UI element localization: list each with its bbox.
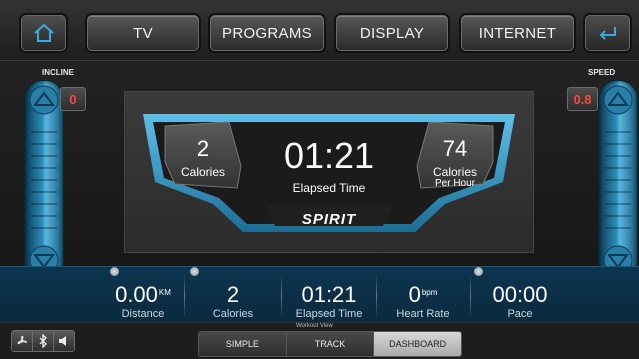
fan-button[interactable] — [12, 331, 33, 351]
volume-button[interactable] — [54, 331, 74, 351]
system-controls — [11, 330, 75, 352]
incline-slider[interactable] — [24, 80, 64, 280]
stat-pace: 00:00 Pace — [474, 267, 566, 323]
speed-label: SPEED — [588, 68, 616, 77]
dashboard-console: 2 Calories 01:21 Elapsed Time 74 Calorie… — [124, 91, 534, 253]
tab-internet-label: INTERNET — [478, 24, 557, 42]
console-calories-per-hour-label: Calories — [432, 165, 477, 179]
home-icon — [33, 23, 54, 42]
tab-internet[interactable]: INTERNET — [461, 15, 574, 51]
tab-dashboard[interactable]: DASHBOARD — [374, 332, 461, 356]
elapsed-time-value: 01:21 — [301, 282, 357, 307]
console-calories-value: 2 — [196, 136, 210, 161]
incline-up-arrow-icon[interactable] — [29, 85, 59, 115]
calories-label: Calories — [212, 308, 254, 320]
pace-value: 00:00 — [492, 282, 548, 307]
calories-value: 2 — [226, 282, 240, 307]
speed-slider[interactable] — [598, 80, 638, 280]
bluetooth-icon — [39, 334, 47, 348]
tab-programs-label: PROGRAMS — [222, 24, 312, 42]
home-button[interactable] — [21, 15, 66, 51]
incline-value: 0 — [60, 87, 86, 111]
elapsed-time-label: Elapsed Time — [295, 308, 363, 320]
workout-view-title: Workout View — [296, 323, 333, 329]
tab-display-label: DISPLAY — [359, 24, 425, 42]
back-arrow-icon — [599, 27, 616, 40]
workout-view-tabs: SIMPLE TRACK DASHBOARD — [198, 331, 462, 357]
pace-label: Pace — [507, 308, 533, 320]
console-elapsed-time-value: 01:21 — [283, 135, 375, 176]
speed-value: 0.8 — [567, 87, 598, 111]
tab-tv[interactable]: TV — [87, 15, 199, 51]
treadmill-screen: TV PROGRAMS DISPLAY INTERNET INCLINE 0 S… — [0, 0, 639, 359]
tab-display[interactable]: DISPLAY — [336, 15, 448, 51]
console-per-hour-sublabel: Per Hour — [434, 178, 475, 189]
tab-tv-label: TV — [133, 24, 153, 42]
stat-distance: 0.00KM Distance — [100, 267, 186, 323]
bluetooth-button[interactable] — [33, 331, 54, 351]
brand-logo: SPIRIT — [301, 211, 357, 228]
back-button[interactable] — [585, 15, 630, 51]
heart-rate-value: 0 — [408, 282, 421, 307]
tab-track[interactable]: TRACK — [286, 332, 375, 356]
incline-label: INCLINE — [42, 68, 74, 77]
distance-value: 0.00 — [115, 282, 158, 307]
speed-up-arrow-icon[interactable] — [603, 85, 633, 115]
heart-rate-unit: bpm — [421, 288, 438, 297]
tab-simple[interactable]: SIMPLE — [199, 332, 287, 356]
stat-elapsed-time: 01:21 Elapsed Time — [283, 267, 375, 323]
console-calories-per-hour-value: 74 — [442, 136, 468, 161]
fan-icon — [17, 335, 27, 345]
console-calories-label: Calories — [180, 165, 225, 179]
distance-label: Distance — [121, 308, 165, 320]
tab-programs[interactable]: PROGRAMS — [210, 15, 324, 51]
top-nav-bar: TV PROGRAMS DISPLAY INTERNET — [0, 0, 639, 61]
heart-rate-label: Heart Rate — [396, 308, 450, 320]
console-elapsed-time-label: Elapsed Time — [292, 181, 366, 195]
distance-unit: KM — [158, 288, 171, 297]
workout-stats-bar: 0.00KM Distance 2 Calories 01:21 Elapsed… — [0, 266, 639, 323]
stat-calories: 2 Calories — [190, 267, 276, 323]
stat-heart-rate: 0bpm Heart Rate — [378, 267, 468, 323]
speaker-icon — [59, 336, 66, 346]
